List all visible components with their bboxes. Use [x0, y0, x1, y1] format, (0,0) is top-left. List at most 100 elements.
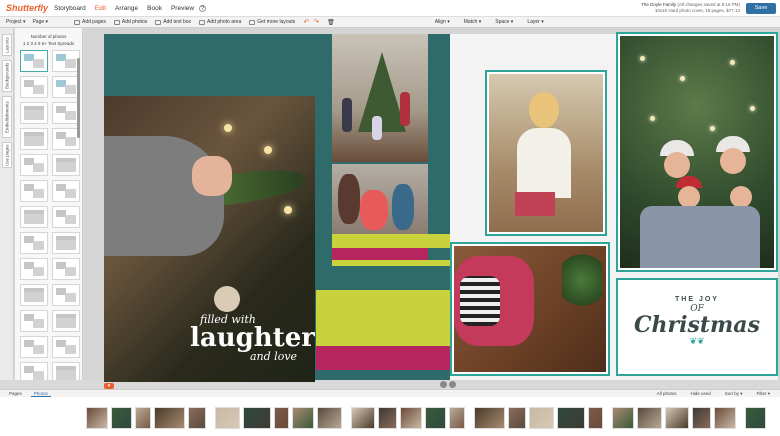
photo-thumbnail[interactable] [317, 407, 342, 429]
delete-icon[interactable]: 🗑 [327, 19, 335, 26]
layout-thumb[interactable] [20, 336, 48, 358]
photo-thumbnail[interactable] [745, 407, 766, 429]
photo-thumbnail[interactable] [529, 407, 554, 429]
layout-thumb[interactable] [52, 76, 80, 98]
hide-used-toggle[interactable]: Hide used [690, 391, 710, 397]
photo-count-filter[interactable]: 1 2 3 4 5 6+ Text Spreads [15, 41, 82, 46]
project-menu[interactable]: Project ▾ [6, 19, 25, 25]
tab-backgrounds[interactable]: Backgrounds [2, 60, 12, 92]
photo-hand-ornament[interactable]: filled with laughter and love [104, 96, 315, 382]
prev-spread-icon[interactable] [440, 381, 447, 388]
tray-tab-photos[interactable]: Photos [30, 391, 51, 397]
photo-thumbnail[interactable] [557, 407, 585, 429]
redo-icon[interactable]: ↷ [313, 18, 319, 26]
layer-menu[interactable]: Layer ▾ [527, 19, 543, 25]
photo-thumbnail[interactable] [588, 407, 603, 429]
photo-thumbnail[interactable] [351, 407, 375, 429]
joy-of-christmas-card[interactable]: THE JOY OF Christmas ❦❦ [616, 278, 778, 376]
next-spread-icon[interactable] [449, 381, 456, 388]
nav-storyboard[interactable]: Storyboard [54, 5, 86, 12]
tab-embellishments[interactable]: Embellishments [2, 96, 12, 138]
help-icon[interactable]: ? [199, 4, 207, 12]
space-menu[interactable]: Space ▾ [495, 19, 513, 25]
layout-thumb[interactable] [52, 102, 80, 124]
layout-thumb[interactable] [20, 180, 48, 202]
layout-thumb[interactable] [20, 102, 48, 124]
photo-thumbnail[interactable] [665, 407, 689, 429]
layout-thumb[interactable] [52, 258, 80, 280]
filter-menu[interactable]: Filter ▾ [756, 391, 770, 397]
layout-thumb[interactable] [52, 336, 80, 358]
all-photos-filter[interactable]: All photos [657, 391, 677, 397]
layout-thumb[interactable] [52, 154, 80, 176]
nav-preview[interactable]: Preview [171, 5, 194, 12]
joy-line-3: Christmas [634, 312, 760, 338]
layout-thumb[interactable] [52, 310, 80, 332]
layout-thumb[interactable] [20, 128, 48, 150]
nav-book[interactable]: Book [147, 5, 162, 12]
add-photos-button[interactable]: Add photos [113, 19, 147, 25]
layout-thumb[interactable] [52, 284, 80, 306]
layout-thumb[interactable] [20, 310, 48, 332]
photo-thumbnail[interactable] [692, 407, 711, 429]
get-more-layouts-button[interactable]: Get more layouts [249, 19, 295, 25]
photo-thumbnail[interactable] [612, 407, 634, 429]
layout-thumb[interactable] [20, 362, 48, 380]
undo-icon[interactable]: ↶ [303, 18, 309, 26]
photo-thumbnail[interactable] [86, 407, 108, 429]
laughter-text-box[interactable]: filled with laughter and love [190, 314, 315, 362]
add-pages-button[interactable]: Add pages [74, 19, 106, 25]
photo-thumbnail[interactable] [400, 407, 422, 429]
layout-thumb[interactable] [52, 362, 80, 380]
add-photo-area-button[interactable]: Add photo area [199, 19, 241, 25]
save-button[interactable]: Save [746, 3, 776, 14]
photo-thumbnail[interactable] [154, 407, 185, 429]
photo-thumbnail[interactable] [378, 407, 397, 429]
layout-thumb[interactable] [20, 50, 48, 72]
photo-thumbnail[interactable] [188, 407, 206, 429]
photo-thumbnail[interactable] [215, 407, 240, 429]
child-figure [460, 276, 500, 326]
page-menu[interactable]: Page ▾ [32, 19, 48, 25]
layout-thumb[interactable] [20, 232, 48, 254]
layout-thumb[interactable] [20, 284, 48, 306]
layout-thumb[interactable] [52, 232, 80, 254]
nav-arrange[interactable]: Arrange [115, 5, 138, 12]
photo-thumbnail[interactable] [135, 407, 151, 429]
photo-girl-gifts[interactable] [485, 70, 607, 236]
photo-christmas-tree[interactable] [332, 34, 428, 162]
tab-use-pages[interactable]: Use pages [2, 142, 12, 168]
layout-thumb[interactable] [20, 76, 48, 98]
photo-thumbnail[interactable] [637, 407, 662, 429]
layout-thumb[interactable] [20, 258, 48, 280]
photo-thumbnail[interactable] [425, 407, 446, 429]
photo-thumbnail[interactable] [474, 407, 505, 429]
sort-by-menu[interactable]: Sort by ▾ [725, 391, 743, 397]
add-text-box-button[interactable]: Add text box [155, 19, 191, 25]
photo-thumbnail[interactable] [508, 407, 526, 429]
photo-kids-couch[interactable] [332, 164, 428, 236]
photo-thumbnail[interactable] [243, 407, 271, 429]
text-box-icon [155, 19, 162, 25]
layouts-scrollbar[interactable] [77, 58, 80, 138]
match-menu[interactable]: Match ▾ [464, 19, 482, 25]
photo-area-icon [199, 19, 206, 25]
nav-edit[interactable]: Edit [95, 5, 106, 12]
layout-thumb[interactable] [52, 206, 80, 228]
tab-layouts[interactable]: Layouts [2, 34, 12, 56]
photo-thumbnail[interactable] [714, 407, 736, 429]
layout-thumb[interactable] [20, 154, 48, 176]
app-logo[interactable]: Shutterfly [6, 3, 50, 13]
layout-thumb[interactable] [52, 50, 80, 72]
layout-thumb[interactable] [52, 128, 80, 150]
layout-thumb[interactable] [52, 180, 80, 202]
align-menu[interactable]: Align ▾ [435, 19, 450, 25]
photo-thumbnail[interactable] [292, 407, 314, 429]
tray-tab-pages[interactable]: Pages [6, 391, 25, 396]
photo-thumbnail[interactable] [111, 407, 132, 429]
photo-thumbnail[interactable] [449, 407, 465, 429]
photo-family-tree[interactable] [616, 32, 778, 272]
layout-thumb[interactable] [20, 206, 48, 228]
photo-thumbnail[interactable] [274, 407, 289, 429]
photo-kids-floor[interactable] [450, 242, 610, 376]
